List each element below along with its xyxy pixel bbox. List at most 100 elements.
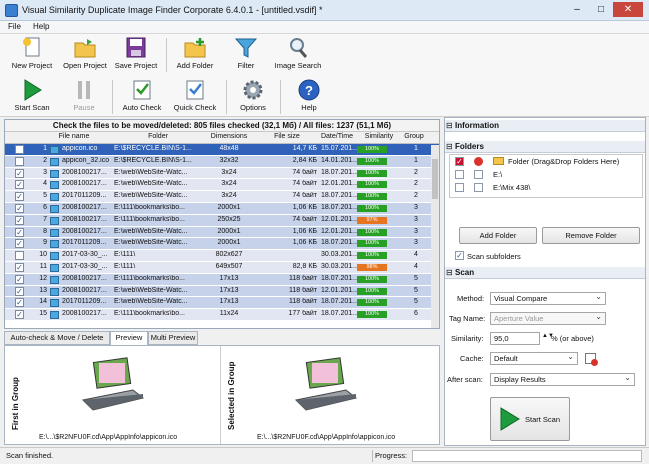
clear-cache-icon[interactable] — [585, 353, 598, 366]
row-checkbox[interactable]: ✓ — [15, 215, 24, 225]
folder-1-checkbox[interactable] — [455, 170, 464, 179]
row-checkbox[interactable] — [15, 156, 24, 166]
table-row[interactable]: ✓ 8 2008100217... E:\web\WebSite-Watc... 200… — [5, 226, 439, 239]
folder-1-exclude-checkbox[interactable] — [474, 170, 483, 179]
folder-1-path[interactable]: E:\ — [493, 170, 502, 179]
similarity-bar: 100% — [357, 228, 387, 236]
new-project-button[interactable]: New Project — [6, 34, 58, 70]
table-row[interactable]: 2 appicon_32.ico E:\$RECYCLE.BIN\S-1... 32x… — [5, 155, 439, 168]
col-similarity[interactable]: Similarity — [359, 133, 399, 140]
add-folder-button[interactable]: Add Folder — [172, 34, 218, 70]
table-row[interactable]: ✓ 4 2008100217... E:\web\WebSite-Watc... 3x2… — [5, 179, 439, 192]
folders-check-all[interactable]: ✓ — [455, 157, 464, 166]
table-row[interactable]: ✓ 9 2017011209... E:\web\WebSite-Watc... 200… — [5, 238, 439, 251]
row-checkbox[interactable]: ✓ — [15, 298, 24, 308]
image-search-button[interactable]: Image Search — [270, 34, 326, 70]
add-folder-panel-button[interactable]: Add Folder — [459, 227, 537, 244]
cell-size: 1,06 КБ — [292, 239, 317, 247]
col-datetime[interactable]: Date/Time — [317, 133, 357, 140]
grid-title: Check the files to be moved/deleted: 805… — [5, 120, 439, 132]
similarity-bar: 100% — [357, 204, 387, 212]
pause-button[interactable]: Pause — [62, 76, 106, 112]
row-checkbox[interactable]: ✓ — [15, 286, 24, 296]
menu-help[interactable]: Help — [33, 22, 49, 31]
scan-subfolders-label: Scan subfolders — [467, 252, 521, 261]
row-checkbox[interactable]: ✓ — [15, 168, 24, 178]
table-row[interactable]: 1 appicon.ico E:\$RECYCLE.BIN\S-1... 48x48 1… — [5, 144, 439, 156]
row-checkbox[interactable]: ✓ — [15, 310, 24, 320]
col-folder[interactable]: Folder — [113, 133, 203, 140]
status-text: Scan finished. — [6, 451, 54, 460]
scanner-preview-image-left — [81, 357, 145, 411]
row-checkbox[interactable]: ✓ — [15, 274, 24, 284]
options-button[interactable]: Options — [232, 76, 274, 112]
table-row[interactable]: ✓ 14 2017011209... E:\web\WebSite-Watc... 17… — [5, 297, 439, 310]
cache-select[interactable]: Default — [490, 352, 578, 365]
grid-scrollbar[interactable] — [431, 145, 439, 328]
table-row[interactable]: ✓ 7 2008100217... E:\111\bookmarks\bo... 250… — [5, 214, 439, 227]
scan-section[interactable]: Scan — [445, 267, 645, 279]
row-checkbox[interactable]: ✓ — [15, 192, 24, 202]
cell-dim: 32x32 — [219, 156, 239, 164]
table-row[interactable]: ✓ 13 2008100217... E:\web\WebSite-Watc... 17… — [5, 285, 439, 298]
cell-date: 18.07.201... — [321, 274, 358, 282]
table-row[interactable]: ✓ 3 2008100217... E:\web\WebSite-Watc... 3x2… — [5, 167, 439, 180]
cell-size: 2,84 КБ — [292, 156, 317, 164]
cell-name: 2008100217... — [62, 286, 107, 294]
results-grid[interactable]: Check the files to be moved/deleted: 805… — [4, 119, 440, 329]
cell-group: 3 — [414, 203, 418, 211]
folder-2-path[interactable]: E:\Mix 438\ — [493, 183, 531, 192]
open-folder-icon — [73, 37, 97, 59]
similarity-input[interactable]: 95,0 — [490, 332, 540, 345]
auto-check-button[interactable]: Auto Check — [118, 76, 166, 112]
maximize-button[interactable]: □ — [589, 2, 613, 17]
filter-button[interactable]: Filter — [224, 34, 268, 70]
cell-size: 82,8 КБ — [292, 262, 317, 270]
row-checkbox[interactable]: ✓ — [15, 180, 24, 190]
cell-date: 14.01.201... — [321, 156, 358, 164]
save-project-button[interactable]: Save Project — [112, 34, 160, 70]
row-checkbox[interactable]: ✓ — [15, 262, 24, 272]
row-checkbox[interactable]: ✓ — [15, 239, 24, 249]
start-scan-panel-button[interactable]: Start Scan — [490, 397, 570, 441]
scan-subfolders-checkbox[interactable]: ✓ — [455, 251, 464, 260]
table-row[interactable]: ✓ 15 2008100217... E:\111\bookmarks\bo... 11… — [5, 309, 439, 321]
method-select[interactable]: Visual Compare — [490, 292, 606, 305]
after-scan-select[interactable]: Display Results — [490, 373, 635, 386]
remove-folder-button[interactable]: Remove Folder — [542, 227, 640, 244]
tagname-select[interactable]: Aperture Value — [490, 312, 606, 325]
row-checkbox[interactable]: ✓ — [15, 203, 24, 213]
folders-list[interactable]: ✓ Folder (Drag&Drop Folders Here) E:\ E:… — [449, 154, 643, 198]
col-file-name[interactable]: File name — [49, 133, 99, 140]
col-dimensions[interactable]: Dimensions — [203, 133, 255, 140]
cell-group: 2 — [414, 180, 418, 188]
row-checkbox[interactable] — [15, 145, 24, 154]
table-row[interactable]: ✓ 6 2008100217... E:\111\bookmarks\bo... 200… — [5, 202, 439, 215]
folder-2-exclude-checkbox[interactable] — [474, 183, 483, 192]
minimize-button[interactable]: – — [565, 2, 589, 17]
grid-rows: 1 appicon.ico E:\$RECYCLE.BIN\S-1... 48x48 1… — [5, 144, 439, 321]
tab-multi-preview[interactable]: Multi Preview — [148, 331, 198, 345]
cell-folder: E:\web\WebSite-Watc... — [114, 239, 188, 247]
table-row[interactable]: ✓ 12 2008100217... E:\111\bookmarks\bo... 17… — [5, 273, 439, 286]
col-file-size[interactable]: File size — [257, 133, 317, 140]
table-row[interactable]: 10 2017-03-30_... E:\111\ 802x627 30.03.201.… — [5, 250, 439, 262]
folder-2-checkbox[interactable] — [455, 183, 464, 192]
table-row[interactable]: ✓ 5 2017011209... E:\web\WebSite-Watc... 3x2… — [5, 191, 439, 203]
col-group[interactable]: Group — [399, 133, 429, 140]
table-row[interactable]: ✓ 11 2017-03-30_... E:\111\ 649x507 82,8 КБ 30… — [5, 261, 439, 274]
tab-auto-check[interactable]: Auto-check & Move / Delete — [4, 331, 110, 345]
close-button[interactable]: ✕ — [613, 2, 643, 17]
help-button[interactable]: ? Help — [288, 76, 330, 112]
menu-file[interactable]: File — [8, 22, 21, 31]
cell-name: 2008100217... — [62, 227, 107, 235]
row-checkbox[interactable]: ✓ — [15, 227, 24, 237]
information-section[interactable]: Information — [445, 120, 645, 132]
folders-section[interactable]: Folders — [445, 141, 645, 153]
start-scan-button[interactable]: Start Scan — [6, 76, 58, 112]
tab-preview[interactable]: Preview — [110, 331, 148, 346]
open-project-button[interactable]: Open Project — [60, 34, 110, 70]
cell-dim: 2000x1 — [217, 239, 241, 247]
quick-check-button[interactable]: Quick Check — [170, 76, 220, 112]
row-checkbox[interactable] — [15, 251, 24, 261]
